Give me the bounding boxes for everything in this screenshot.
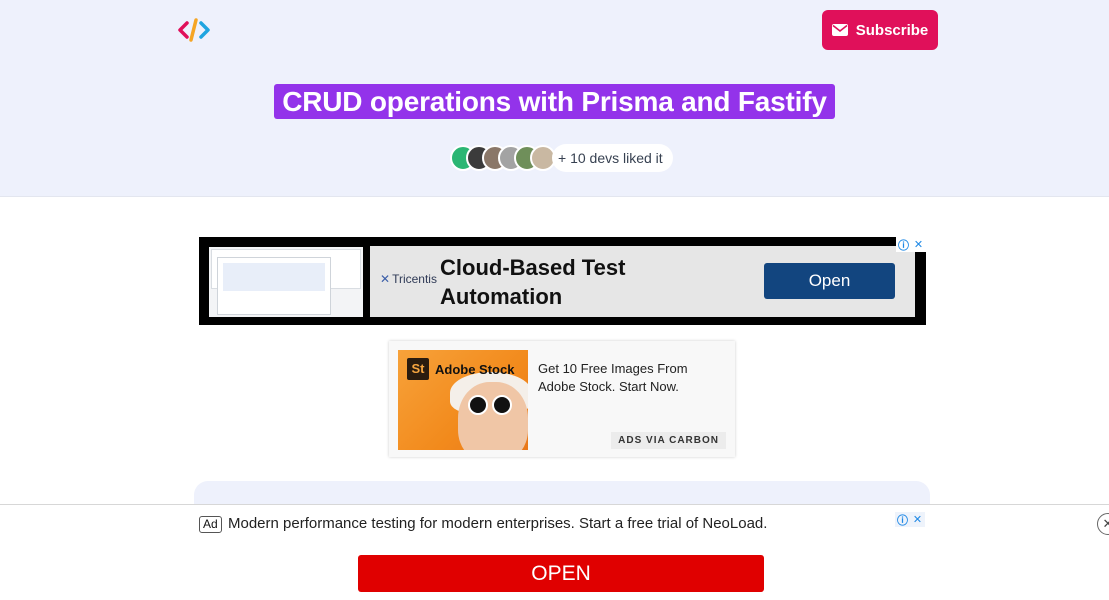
- ad-screenshot-image: [209, 247, 363, 317]
- info-icon[interactable]: ⓘ: [895, 512, 910, 527]
- carbon-ad-text[interactable]: Get 10 Free Images From Adobe Stock. Sta…: [538, 360, 728, 396]
- ad-tag: Ad: [199, 516, 222, 533]
- ad-headline: Cloud-Based Test Automation: [440, 255, 626, 309]
- envelope-icon: [831, 24, 848, 36]
- likes-bar[interactable]: + 10 devs liked it: [450, 144, 673, 172]
- ad-choices[interactable]: ⓘ ✕: [896, 237, 926, 252]
- code-brackets-icon[interactable]: [178, 18, 210, 42]
- ad-choices[interactable]: ⓘ ✕: [895, 512, 925, 527]
- bottom-ad-text[interactable]: Modern performance testing for modern en…: [228, 515, 767, 532]
- bottom-ad-open-button[interactable]: OPEN: [358, 555, 764, 592]
- ad-open-button[interactable]: Open: [764, 263, 895, 299]
- carbon-ad-label[interactable]: ADS VIA CARBON: [611, 432, 726, 449]
- carbon-ad-image[interactable]: St Adobe Stock: [398, 350, 528, 450]
- info-icon[interactable]: ⓘ: [896, 237, 911, 252]
- close-icon[interactable]: ✕: [910, 512, 925, 527]
- close-icon[interactable]: ✕: [1097, 513, 1109, 535]
- display-ad-banner[interactable]: ✕ Tricentis Cloud-Based Test Automation …: [199, 237, 926, 325]
- tricentis-logo-icon: ✕: [380, 272, 391, 286]
- adobe-stock-logo: St Adobe Stock: [407, 358, 514, 380]
- subscribe-label: Subscribe: [855, 21, 929, 39]
- ad-card[interactable]: ✕ Tricentis Cloud-Based Test Automation …: [370, 246, 915, 317]
- ad-brand: ✕ Tricentis: [380, 272, 437, 286]
- subscribe-button[interactable]: Subscribe: [822, 10, 938, 50]
- page-title: CRUD operations with Prisma and Fastify: [274, 84, 835, 119]
- carbon-ad[interactable]: St Adobe Stock Get 10 Free Images From A…: [389, 341, 735, 457]
- likes-count: + 10 devs liked it: [552, 144, 673, 172]
- sticky-bottom-ad[interactable]: Ad Modern performance testing for modern…: [0, 504, 1109, 600]
- close-icon[interactable]: ✕: [911, 237, 926, 252]
- article-header: Subscribe CRUD operations with Prisma an…: [0, 0, 1109, 197]
